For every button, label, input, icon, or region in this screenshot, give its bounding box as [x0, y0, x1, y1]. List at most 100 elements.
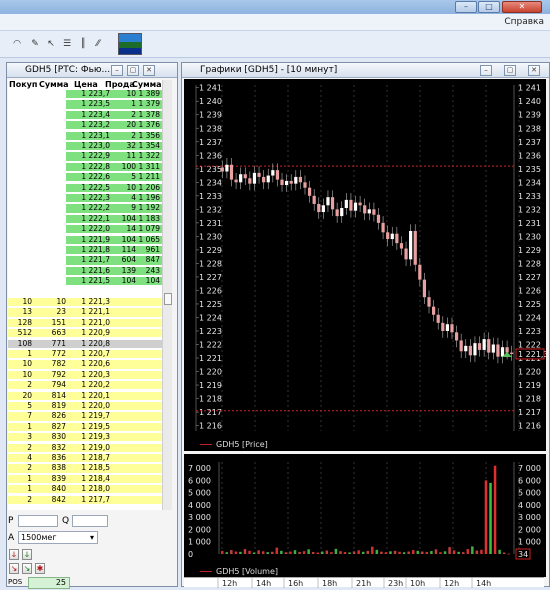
y-tick-label-right: 2 000 [518, 525, 541, 534]
orderbook-row[interactable]: 1 221,6 139 243 [8, 266, 162, 276]
orderbook-row[interactable]: 1 839 1 218,4 [8, 474, 162, 484]
orderbook-row[interactable]: 5 819 1 220,0 [8, 401, 162, 411]
orderbook-row[interactable]: 1 221,8 114 961 [8, 245, 162, 255]
cancel-button[interactable]: ↘ [9, 563, 19, 574]
y-tick-label-left: 1 222 [199, 341, 222, 350]
col-sell[interactable]: Прода [105, 80, 135, 89]
orderbook-row[interactable]: 20 814 1 220,1 [8, 390, 162, 400]
candle-body [505, 347, 509, 353]
orderbook-row[interactable]: 1 222,6 5 1 211 [8, 172, 162, 182]
col-sell-sum[interactable]: Сумма [132, 80, 162, 89]
orderbook-cell: 1 378 [138, 109, 160, 119]
orderbook-cell: 100 [121, 161, 136, 171]
orderbook-cell: 1 183 [138, 213, 160, 223]
orderbook-row[interactable]: 2 794 1 220,2 [8, 380, 162, 390]
orderbook-row[interactable]: 1 223,7 10 1 389 [8, 90, 162, 99]
col-buy[interactable]: Покуп [9, 80, 37, 89]
picture-icon[interactable] [118, 33, 142, 55]
orderbook-row[interactable]: 1 222,9 11 1 322 [8, 151, 162, 161]
orderbook-row[interactable]: 1 223,4 2 1 378 [8, 109, 162, 120]
orderbook-row[interactable] [8, 288, 162, 296]
orderbook-row[interactable]: 1 222,3 4 1 196 [8, 193, 162, 203]
orderbook-cell: 11 [126, 151, 136, 161]
restore-icon[interactable]: ▢ [127, 65, 139, 76]
close-icon[interactable]: ✕ [143, 65, 155, 76]
cancel-all-button[interactable]: ✱ [35, 563, 45, 574]
orderbook-row[interactable]: 1 223,2 20 1 376 [8, 120, 162, 130]
orderbook-row[interactable]: 3 830 1 219,3 [8, 432, 162, 442]
col-price[interactable]: Цена [74, 80, 98, 89]
orderbook-cell: 1 220,1 [81, 390, 110, 400]
y-tick-label-left: 1 234 [199, 178, 222, 187]
minimize-icon[interactable]: – [480, 65, 492, 76]
orderbook-cell: 1 221,8 [81, 245, 110, 254]
candle-body [298, 176, 302, 183]
orderbook-table[interactable]: 1 223,7 10 1 389 1 223,5 1 1 379 1 223,4 2 1 378… [8, 90, 162, 510]
orderbook-cell: 836 [51, 453, 66, 462]
y-tick-label-left: 1 224 [199, 313, 222, 322]
sell-button[interactable]: ↆ [22, 549, 32, 560]
orderbook-row[interactable]: 1 223,5 1 1 379 [8, 100, 162, 109]
volume-bar [234, 551, 238, 554]
orderbook-row[interactable]: 13 23 1 221,1 [8, 308, 162, 317]
orderbook-row[interactable]: 1 221,5 104 104 [8, 276, 162, 286]
orderbook-row[interactable]: 1 223,1 2 1 356 [8, 131, 162, 140]
y-tick-label-left: 1 238 [199, 124, 222, 133]
orderbook-row[interactable]: 1 222,0 14 1 079 [8, 224, 162, 234]
orderbook-row[interactable]: 1 222,5 10 1 206 [8, 182, 162, 192]
menu-help[interactable]: Справка [504, 17, 544, 27]
bars-icon[interactable]: ║ [78, 39, 88, 49]
scroll-thumb[interactable] [164, 293, 172, 305]
orderbook-row[interactable]: 4 836 1 218,7 [8, 453, 162, 463]
col-buy-sum[interactable]: Сумма [39, 80, 69, 89]
list-icon[interactable]: ☰ [62, 39, 72, 49]
dropdown-icon[interactable]: ▾ [90, 532, 94, 543]
orderbook-row[interactable]: 1 222,1 104 1 183 [8, 213, 162, 224]
orderbook-row[interactable]: 10 782 1 220,6 [8, 360, 162, 369]
y-tick-label-right: 7 000 [518, 464, 541, 473]
orderbook-row[interactable]: 108 771 1 220,8 [8, 339, 162, 348]
tape-icon[interactable]: ⁄⁄ [93, 39, 103, 49]
volume-bar [343, 552, 347, 554]
buy-button[interactable]: ↆ [9, 549, 19, 560]
close-button[interactable]: ✕ [502, 1, 542, 13]
orderbook-row[interactable]: 1 222,2 9 1 192 [8, 204, 162, 213]
orderbook-row[interactable]: 1 840 1 218,0 [8, 484, 162, 494]
orderbook-scrollbar[interactable] [162, 80, 172, 510]
orderbook-row[interactable]: 2 842 1 217,7 [8, 495, 162, 504]
orderbook-row[interactable]: 1 772 1 220,7 [8, 349, 162, 359]
orderbook-row[interactable]: 7 826 1 219,7 [8, 412, 162, 421]
restore-icon[interactable]: ▢ [504, 65, 516, 76]
account-select[interactable]: 1500мег ▾ [18, 531, 98, 544]
orderbook-cell: 20 [126, 120, 136, 130]
minimize-button[interactable]: – [455, 1, 477, 13]
close-position-button[interactable]: ↘ [22, 563, 32, 574]
orderbook-row[interactable]: 128 151 1 221,0 [8, 318, 162, 328]
signal-icon[interactable]: ◠ [12, 39, 22, 49]
y-tick-label-left: 1 226 [199, 286, 222, 295]
close-icon[interactable]: ✕ [528, 65, 540, 76]
volume-bar [352, 551, 356, 554]
y-tick-label-left: 0 [188, 550, 193, 559]
cursor-icon[interactable]: ↖ [46, 39, 56, 49]
minimize-icon[interactable]: – [111, 65, 123, 76]
orderbook-row[interactable]: 1 827 1 219,5 [8, 422, 162, 432]
orderbook-row[interactable]: 2 838 1 218,5 [8, 464, 162, 473]
orderbook-row[interactable]: 1 221,7 604 847 [8, 256, 162, 265]
orderbook-row[interactable]: 1 221,9 104 1 065 [8, 235, 162, 244]
price-field[interactable] [18, 515, 58, 527]
volume-chart[interactable]: 7 000 7 000 6 000 6 000 5 000 5 000 4 000 4 000… [184, 454, 546, 577]
price-chart[interactable]: 1 241 1 241 1 240 1 240 1 239 1 239 1 238 1 238… [184, 79, 546, 451]
orderbook-row[interactable]: 2 832 1 219,0 [8, 443, 162, 452]
orderbook-row[interactable]: 1 223,0 32 1 354 [8, 141, 162, 151]
orderbook-row[interactable]: 10 10 1 221,3 [8, 297, 162, 307]
pen-icon[interactable]: ✎ [30, 39, 40, 49]
orderbook-row[interactable]: 1 222,8 100 1 311 [8, 161, 162, 172]
quantity-field[interactable] [72, 515, 108, 527]
orderbook-row[interactable]: 512 663 1 220,9 [8, 328, 162, 338]
account-label: A [8, 533, 15, 543]
maximize-button[interactable]: □ [478, 1, 500, 13]
orderbook-row[interactable]: 10 792 1 220,3 [8, 370, 162, 380]
time-axis[interactable]: 12h 14h 16h 18h 21h 23h 10h 12h 14h [184, 577, 544, 588]
orderbook-cell: 1 206 [138, 182, 160, 192]
